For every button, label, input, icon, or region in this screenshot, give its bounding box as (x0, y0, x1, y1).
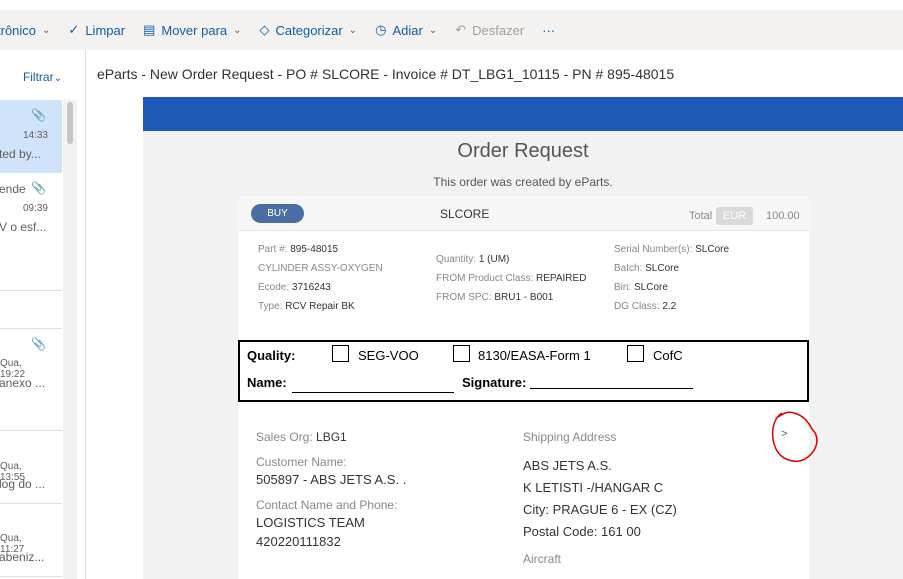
form1-label: 8130/EASA-Form 1 (478, 348, 591, 363)
move-to-label: Mover para (161, 22, 228, 38)
ecode: Ecode: 3716243 (258, 282, 331, 293)
cofc-label: CofC (653, 348, 683, 363)
filter-button[interactable]: Filtrar⌄ (0, 70, 62, 84)
snooze-button[interactable]: ◷ Adiar ⌄ (375, 22, 437, 38)
message-preview: V o esf... (0, 220, 47, 234)
seg-voo-checkbox[interactable] (332, 345, 349, 362)
sales-org: Sales Org: LBG1 (256, 430, 347, 444)
contact-name: LOGISTICS TEAM (256, 515, 365, 530)
command-toolbar: trônico ⌄ ✓ Limpar ▤ Mover para ⌄ ◇ Cate… (0, 10, 903, 50)
seg-voo-label: SEG-VOO (358, 348, 419, 363)
message-list: Filtrar⌄ 📎 14:33 ted by... ende 📎 09:39 … (0, 50, 86, 579)
po-number: SLCORE (440, 207, 490, 221)
message-sender: ende (0, 182, 26, 196)
list-item[interactable]: 📎 Qua, 19:22 anexo ... (0, 329, 62, 429)
chevron-down-icon: ⌄ (348, 24, 358, 36)
list-divider (0, 290, 62, 291)
name-line (292, 392, 454, 393)
paperclip-icon: 📎 (31, 108, 46, 122)
currency-badge: EUR (716, 207, 753, 225)
aircraft-label-visible: Aircraft (523, 552, 562, 566)
shipping-line: City: PRAGUE 6 - EX (CZ) (523, 502, 677, 517)
order-subtitle: This order was created by eParts. (433, 175, 613, 189)
filter-label: Filtrar (22, 70, 54, 84)
more-icon: ··· (542, 22, 556, 38)
shipping-address-label: Shipping Address (523, 430, 617, 444)
chevron-down-icon: ⌄ (42, 24, 51, 36)
dg-class: DG Class: 2.2 (614, 301, 677, 312)
part-number: Part #: 895-48015 (258, 244, 339, 255)
buy-badge: BUY (251, 204, 304, 223)
total-label: Total (689, 210, 713, 222)
batch: Batch: SLCore (614, 263, 680, 274)
email-body: Order Request This order was created by … (143, 97, 903, 579)
quantity: Quantity: 1 (UM) (436, 254, 510, 265)
message-preview: abeniz... (0, 550, 45, 564)
order-title: Order Request (457, 140, 589, 162)
email-banner (143, 97, 903, 131)
expand-arrow-icon[interactable]: > (781, 428, 787, 440)
form1-checkbox[interactable] (453, 345, 470, 362)
serial-numbers: Serial Number(s): SLCore (614, 244, 730, 255)
from-spc: FROM SPC: BRU1 - B001 (436, 292, 554, 303)
junk-label: trônico (0, 22, 37, 38)
message-subject: eParts - New Order Request - PO # SLCORE… (97, 66, 675, 82)
tag-icon: ◇ (259, 22, 270, 37)
more-options-button[interactable]: ··· (542, 23, 555, 38)
categorize-label: Categorizar (275, 22, 343, 38)
name-label: Name: (247, 375, 287, 390)
scrollbar-thumb[interactable] (67, 102, 73, 144)
quality-box: Quality: SEG-VOO 8130/EASA-Form 1 CofC N… (238, 340, 809, 402)
chevron-down-icon: ⌄ (53, 73, 62, 84)
from-product-class: FROM Product Class: REPAIRED (436, 273, 587, 284)
list-item[interactable]: Qua, 13:55 log do ... (0, 431, 62, 503)
sweep-button[interactable]: ✓ Limpar (68, 22, 125, 38)
quality-label: Quality: (247, 348, 296, 363)
broom-icon: ✓ (68, 22, 80, 37)
order-card: BUY SLCORE Total EUR 100.00 Part #: 895-… (238, 196, 809, 579)
message-preview: log do ... (0, 477, 46, 491)
contact-phone: 420220111832 (256, 534, 341, 549)
move-to-button[interactable]: ▤ Mover para ⌄ (143, 22, 241, 38)
snooze-label: Adiar (392, 22, 423, 38)
undo-label: Desfazer (472, 22, 525, 38)
shipping-line: ABS JETS A.S. (523, 458, 612, 473)
shipping-line: K LETISTI -/HANGAR C (523, 480, 664, 495)
signature-label: Signature: (462, 375, 527, 390)
categorize-button[interactable]: ◇ Categorizar ⌄ (260, 22, 358, 38)
list-item[interactable]: ende 📎 09:39 V o esf... (0, 174, 62, 290)
contact-label: Contact Name and Phone: (256, 498, 398, 512)
customer-name-value: 505897 - ABS JETS A.S. . (256, 472, 407, 487)
clock-icon: ◷ (375, 22, 387, 37)
part-description: CYLINDER ASSY-OXYGEN (258, 263, 383, 274)
message-time: 14:33 (22, 130, 48, 141)
list-divider (0, 576, 62, 577)
paperclip-icon: 📎 (31, 181, 46, 195)
cofc-checkbox[interactable] (627, 345, 644, 362)
undo-button[interactable]: ↶ Desfazer (455, 22, 524, 38)
message-preview: anexo ... (0, 376, 46, 390)
chevron-down-icon: ⌄ (428, 24, 438, 36)
scrollbar-track[interactable] (63, 100, 77, 579)
customer-name-label: Customer Name: (256, 455, 347, 469)
paperclip-icon: 📎 (31, 337, 46, 351)
message-time: 09:39 (22, 203, 48, 214)
list-item[interactable]: 📎 14:33 ted by... (0, 100, 62, 173)
order-card-header: BUY SLCORE Total EUR 100.00 (238, 196, 809, 231)
sweep-label: Limpar (85, 22, 126, 38)
order-type: Type: RCV Repair BK (258, 301, 355, 312)
signature-line (530, 388, 693, 389)
list-item[interactable]: Qua, 11:27 abeniz... (0, 504, 62, 576)
shipping-line: Postal Code: 161 00 (523, 524, 641, 539)
message-preview: ted by... (0, 147, 41, 161)
junk-dropdown-button[interactable]: trônico ⌄ (0, 23, 50, 38)
undo-icon: ↶ (455, 22, 467, 37)
chevron-down-icon: ⌄ (233, 24, 242, 36)
total-amount: 100.00 (766, 210, 800, 222)
bin: Bin: SLCore (614, 282, 668, 293)
move-folder-icon: ▤ (143, 22, 156, 37)
